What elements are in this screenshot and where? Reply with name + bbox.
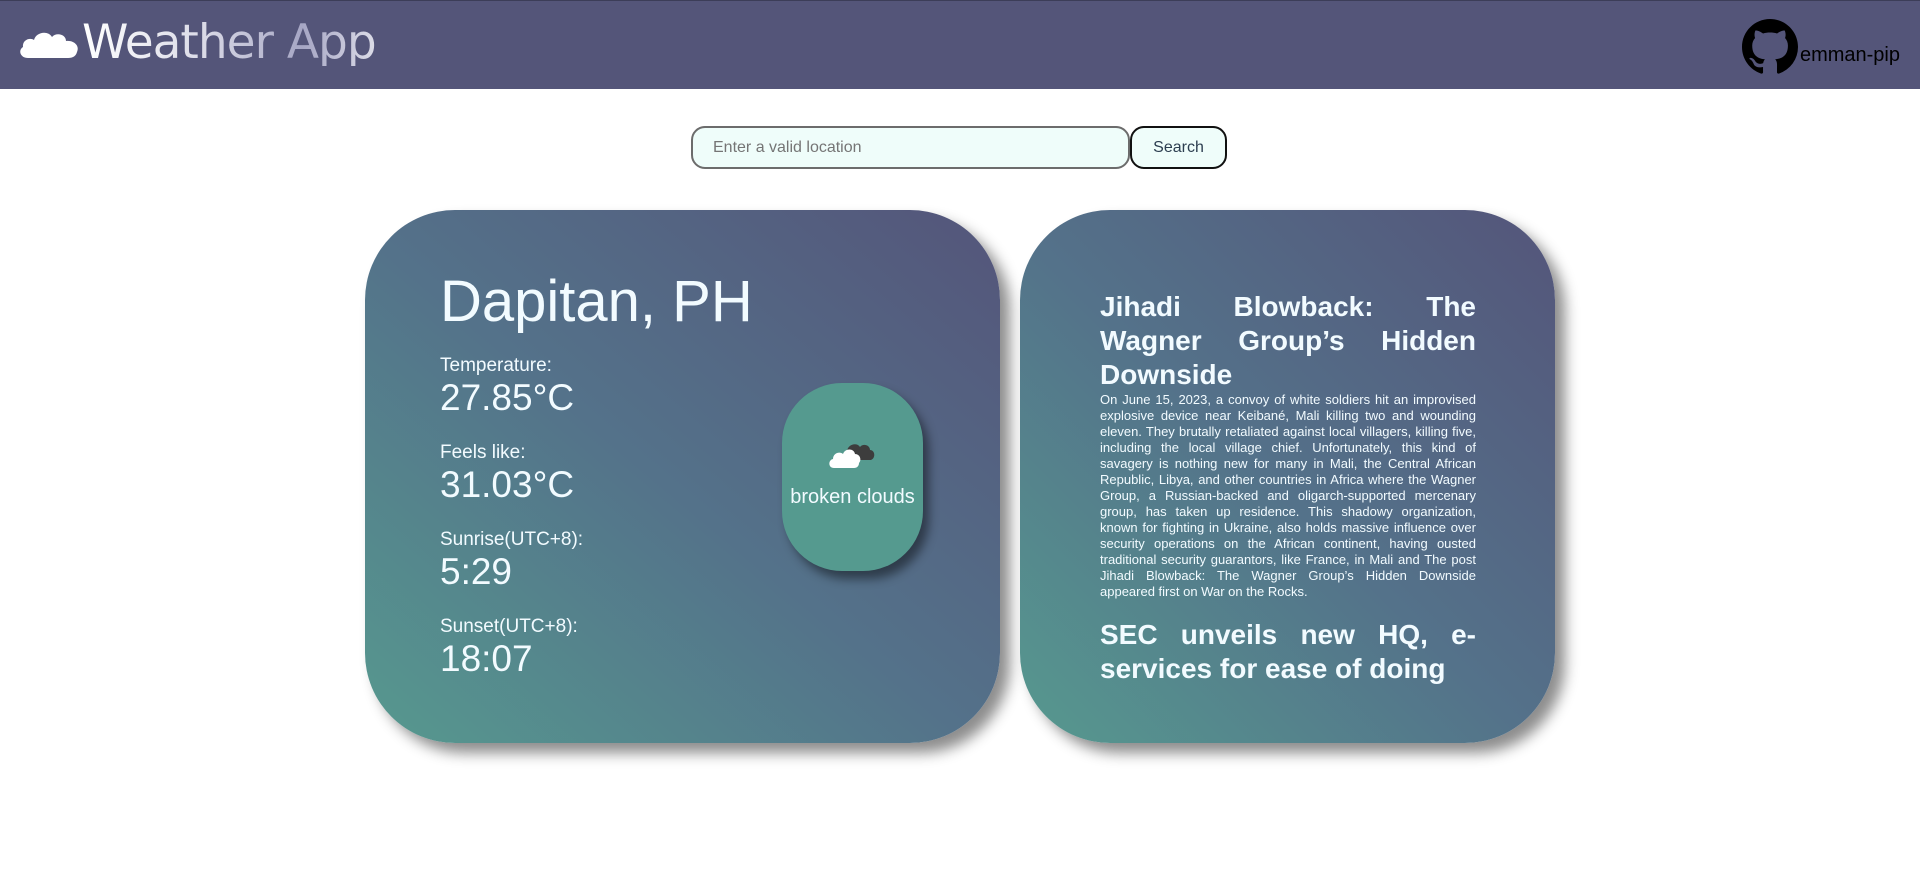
news-article-title: SEC unveils new HQ, e-services for ease … xyxy=(1100,619,1476,684)
app-title: Weather App xyxy=(82,15,377,70)
feels-like-stat: Feels like: 31.03°C xyxy=(440,442,574,506)
search-bar: Search xyxy=(691,126,1227,169)
feels-like-value: 31.03°C xyxy=(440,464,575,505)
weather-condition-badge: broken clouds xyxy=(782,383,923,571)
brand: Weather App xyxy=(18,15,377,70)
github-icon xyxy=(1741,19,1798,75)
sunset-label: Sunset(UTC+8): xyxy=(440,616,578,637)
news-feed[interactable]: Jihadi Blowback: The Wagner Group’s Hidd… xyxy=(1100,290,1476,695)
sunset-value: 18:07 xyxy=(440,638,533,679)
temperature-value: 27.85°C xyxy=(440,377,575,418)
cloud-icon xyxy=(18,26,80,60)
weather-condition-text: broken clouds xyxy=(790,486,915,508)
location-search-input[interactable] xyxy=(691,126,1130,169)
weather-card: Dapitan, PH Temperature: 27.85°C Feels l… xyxy=(365,210,1000,743)
city-name: Dapitan, PH xyxy=(440,269,753,334)
sunrise-label: Sunrise(UTC+8): xyxy=(440,529,584,550)
search-button[interactable]: Search xyxy=(1130,126,1227,169)
news-card: Jihadi Blowback: The Wagner Group’s Hidd… xyxy=(1020,210,1555,743)
app-header: Weather App emman-pip xyxy=(0,0,1920,89)
github-link[interactable]: emman-pip xyxy=(1741,19,1900,75)
sunrise-value: 5:29 xyxy=(440,551,513,592)
github-username: emman-pip xyxy=(1799,44,1900,66)
news-article-body: On June 15, 2023, a convoy of white sold… xyxy=(1100,392,1476,599)
temperature-label: Temperature: xyxy=(440,355,552,376)
sunrise-stat: Sunrise(UTC+8): 5:29 xyxy=(440,529,583,593)
sunset-stat: Sunset(UTC+8): 18:07 xyxy=(440,616,578,680)
feels-like-label: Feels like: xyxy=(440,442,526,463)
news-article-title: Jihadi Blowback: The Wagner Group’s Hidd… xyxy=(1100,291,1476,390)
temperature-stat: Temperature: 27.85°C xyxy=(440,355,574,419)
